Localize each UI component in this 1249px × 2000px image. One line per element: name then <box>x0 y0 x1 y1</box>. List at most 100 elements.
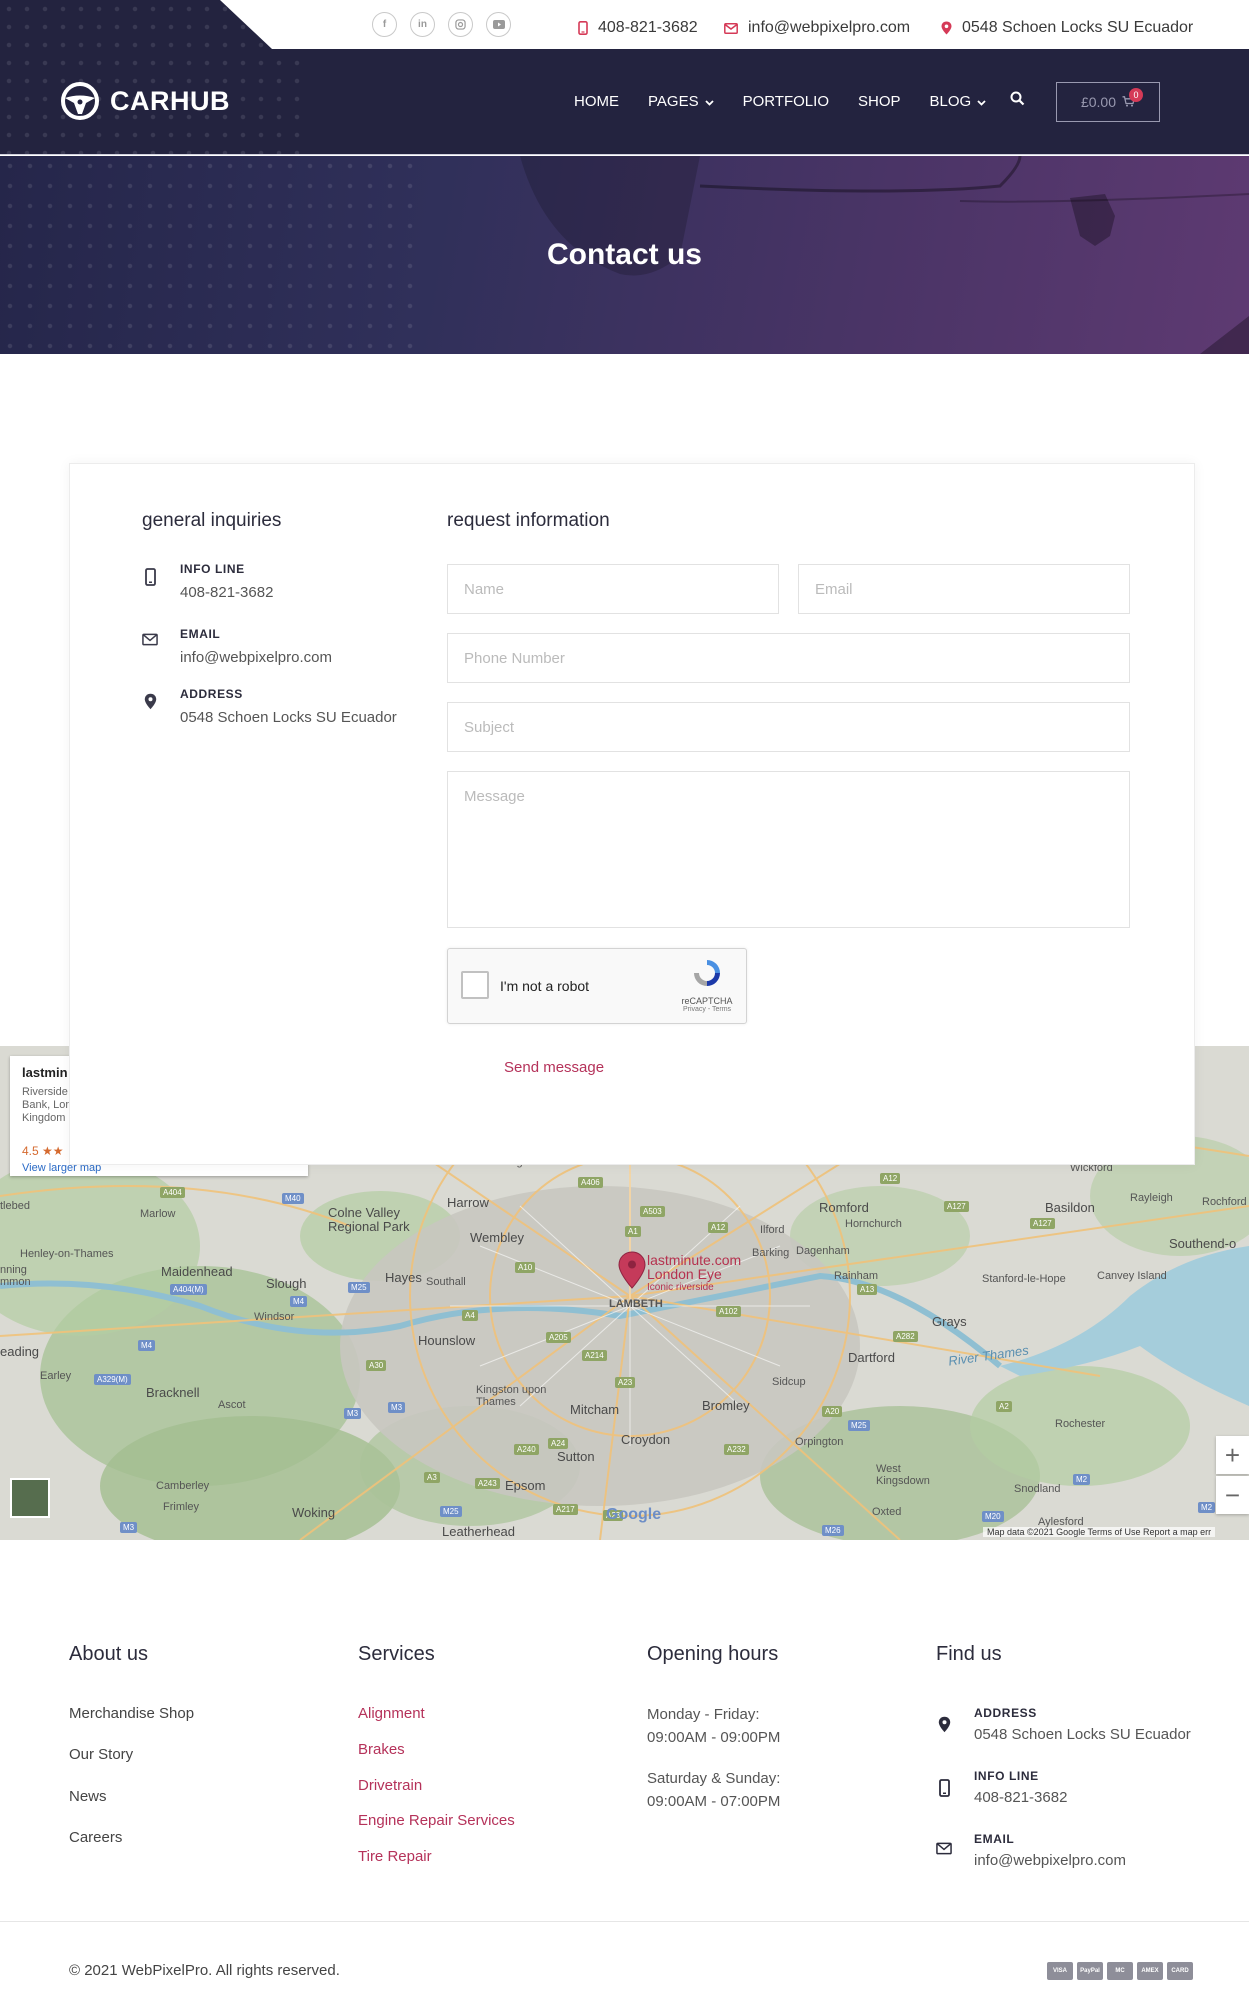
map-attribution: Map data ©2021 Google Terms of Use Repor… <box>983 1527 1216 1537</box>
credit-card-icon: CARD <box>1167 1962 1193 1980</box>
road-label: A24 <box>548 1438 569 1449</box>
send-message-button[interactable]: Send message <box>504 1059 604 1076</box>
message-field[interactable]: Message <box>447 771 1130 928</box>
visa-icon: VISA <box>1047 1962 1073 1980</box>
search-icon[interactable] <box>1010 91 1025 111</box>
cart-button[interactable]: £0.00 0 <box>1056 82 1160 122</box>
topbar-address: 0548 Schoen Locks SU Ecuador <box>941 19 1193 37</box>
road-label: A30 <box>366 1360 387 1371</box>
footer-phone: INFO LINE 408-821-3682 <box>936 1769 1067 1806</box>
footer-service-link[interactable]: Engine Repair Services <box>358 1812 515 1829</box>
steering-wheel-icon <box>61 82 99 120</box>
nav-blog[interactable]: BLOG <box>930 93 987 110</box>
footer-service-link[interactable]: Brakes <box>358 1741 405 1758</box>
name-field[interactable]: Name <box>447 564 779 614</box>
map-place: Canvey Island <box>1097 1270 1167 1282</box>
road-label: A214 <box>582 1350 607 1361</box>
zoom-in-button[interactable]: + <box>1216 1436 1249 1474</box>
subject-field[interactable]: Subject <box>447 702 1130 752</box>
map-place: Marlow <box>140 1208 176 1220</box>
footer-find-title: Find us <box>936 1643 1002 1665</box>
recaptcha-checkbox[interactable] <box>461 971 489 999</box>
nav-pages[interactable]: PAGES <box>648 93 714 110</box>
amex-icon: AMEX <box>1137 1962 1163 1980</box>
road-label: A20 <box>822 1406 843 1417</box>
map-place: Harrow <box>447 1195 489 1210</box>
google-logo: Google <box>606 1506 662 1523</box>
facebook-icon[interactable]: f <box>372 12 397 37</box>
phone-icon <box>936 1769 952 1806</box>
map-place: eading <box>0 1344 40 1359</box>
road-label: A4 <box>462 1310 478 1321</box>
site-header: f in 408-821-3682 info@webpixelpro.com 0… <box>0 0 1249 155</box>
map-place: Bromley <box>702 1398 750 1413</box>
topbar-email[interactable]: info@webpixelpro.com <box>724 19 910 37</box>
road-label: A1 <box>625 1226 641 1237</box>
footer-address: ADDRESS 0548 Schoen Locks SU Ecuador <box>936 1706 1191 1743</box>
road-label: M2 <box>1073 1474 1091 1485</box>
map-place: Earley <box>40 1370 72 1382</box>
phone-field[interactable]: Phone Number <box>447 633 1130 683</box>
map-pin-icon <box>941 21 952 35</box>
road-label: M4 <box>290 1296 308 1307</box>
map-place: Dartford <box>848 1350 895 1365</box>
road-label: A329(M) <box>94 1374 131 1385</box>
nav-home[interactable]: HOME <box>574 93 619 110</box>
map-place: Hayes <box>385 1270 422 1285</box>
recaptcha-icon <box>694 960 720 986</box>
linkedin-icon[interactable]: in <box>410 12 435 37</box>
footer-about-title: About us <box>69 1643 148 1665</box>
footer-service-link[interactable]: Tire Repair <box>358 1848 432 1865</box>
map-place: Croydon <box>621 1432 671 1447</box>
map-place: Orpington <box>795 1436 844 1448</box>
footer-services-title: Services <box>358 1643 435 1665</box>
map-place: Wembley <box>470 1230 524 1245</box>
road-label: A127 <box>944 1201 969 1212</box>
map-pin-icon <box>936 1706 952 1743</box>
phone-icon <box>142 562 158 601</box>
road-label: A217 <box>553 1504 578 1515</box>
footer-service-link[interactable]: Alignment <box>358 1705 425 1722</box>
youtube-icon[interactable] <box>486 12 511 37</box>
map-place: West Kingsdown <box>876 1463 930 1487</box>
map-place: Grays <box>932 1314 967 1329</box>
weekend-hours: Saturday & Sunday: 09:00AM - 07:00PM <box>647 1770 781 1810</box>
road-label: A243 <box>475 1478 500 1489</box>
inquiry-phone: INFO LINE 408-821-3682 <box>142 562 273 601</box>
footer-link[interactable]: Our Story <box>69 1746 133 1763</box>
copyright: © 2021 WebPixelPro. All rights reserved. <box>69 1962 340 1979</box>
map-place: LAMBETH <box>609 1298 663 1310</box>
map-pin-icon[interactable] <box>618 1251 646 1294</box>
map-layer-toggle[interactable] <box>10 1478 50 1518</box>
footer-email: EMAIL info@webpixelpro.com <box>936 1832 1126 1869</box>
map-place: Hounslow <box>418 1333 476 1348</box>
road-label: M2 <box>1198 1502 1216 1513</box>
instagram-icon[interactable] <box>448 12 473 37</box>
map-place: Frimley <box>163 1501 200 1513</box>
topbar-phone[interactable]: 408-821-3682 <box>578 19 698 37</box>
footer-link[interactable]: Merchandise Shop <box>69 1705 194 1722</box>
road-label: M25 <box>348 1282 370 1293</box>
nav-portfolio[interactable]: PORTFOLIO <box>743 93 829 110</box>
map-place: Camberley <box>156 1480 210 1492</box>
road-label: A102 <box>716 1306 741 1317</box>
site-logo[interactable]: CARHUB <box>60 81 230 121</box>
chevron-down-icon <box>977 93 986 110</box>
map-place: tlebed <box>0 1200 30 1212</box>
map-place: Basildon <box>1045 1200 1095 1215</box>
road-label: A205 <box>546 1332 571 1343</box>
map-place: Barking <box>752 1247 790 1259</box>
mail-icon <box>936 1832 952 1869</box>
map-place: Maidenhead <box>161 1264 233 1279</box>
email-field[interactable]: Email <box>798 564 1130 614</box>
road-label: A232 <box>724 1444 749 1455</box>
footer-service-link[interactable]: Drivetrain <box>358 1777 422 1794</box>
road-label: A12 <box>708 1222 729 1233</box>
mail-icon <box>724 22 738 34</box>
nav-shop[interactable]: SHOP <box>858 93 901 110</box>
road-label: M3 <box>120 1522 138 1533</box>
zoom-out-button[interactable]: − <box>1216 1476 1249 1514</box>
footer-link[interactable]: Careers <box>69 1829 122 1846</box>
inquiries-heading: general inquiries <box>142 510 282 531</box>
footer-link[interactable]: News <box>69 1788 107 1805</box>
